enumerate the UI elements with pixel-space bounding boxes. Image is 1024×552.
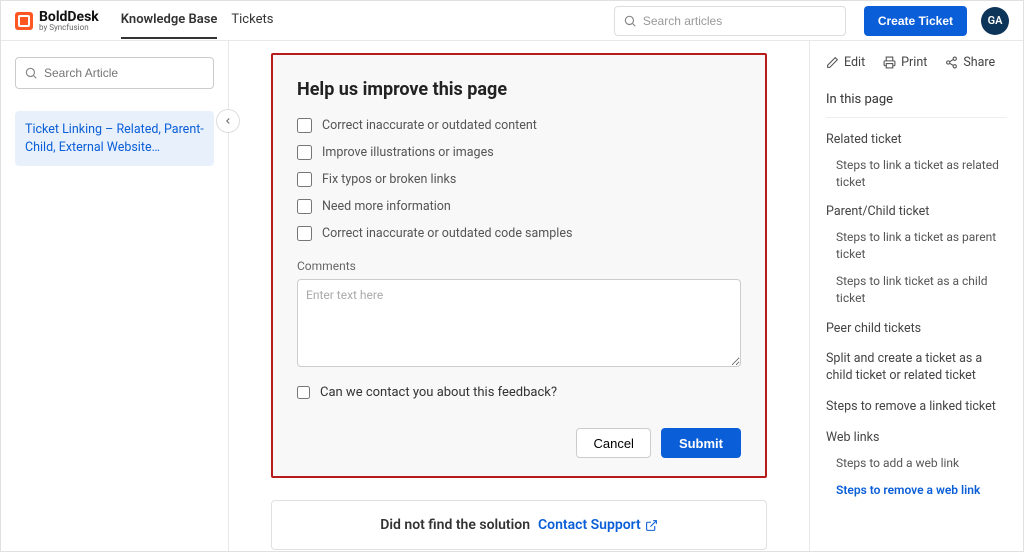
contact-label[interactable]: Can we contact you about this feedback? [320,385,557,400]
search-icon [24,66,38,80]
header: BoldDesk by Syncfusion Knowledge Base Ti… [1,1,1023,41]
article-list-item[interactable]: Ticket Linking – Related, Parent-Child, … [15,111,214,166]
tab-tickets[interactable]: Tickets [231,2,273,39]
feedback-option-label[interactable]: Fix typos or broken links [322,172,456,187]
edit-label: Edit [844,55,865,70]
cancel-button[interactable]: Cancel [576,428,650,458]
feedback-option-row: Improve illustrations or images [297,145,741,160]
toc-item-remove-linked[interactable]: Steps to remove a linked ticket [826,399,1007,416]
feedback-option-label[interactable]: Need more information [322,199,451,214]
feedback-option-row: Fix typos or broken links [297,172,741,187]
logo[interactable]: BoldDesk by Syncfusion [15,10,99,32]
toc-title: In this page [826,92,1007,118]
brand-subtitle: by Syncfusion [39,24,99,32]
print-icon [883,56,896,69]
feedback-option-row: Correct inaccurate or outdated content [297,118,741,133]
share-action[interactable]: Share [945,55,995,70]
toc-item-parentchild[interactable]: Parent/Child ticket [826,204,1007,221]
tab-knowledge-base[interactable]: Knowledge Base [121,2,218,39]
search-icon [623,14,637,28]
external-link-icon [645,519,658,532]
contact-option-row: Can we contact you about this feedback? [297,385,741,400]
feedback-option-label[interactable]: Correct inaccurate or outdated code samp… [322,226,572,241]
collapse-sidebar-button[interactable] [216,109,240,133]
toc-subitem-link-child[interactable]: Steps to link ticket as a child ticket [836,273,1007,307]
feedback-checkbox-codesamples[interactable] [297,226,312,241]
edit-action[interactable]: Edit [826,55,865,70]
avatar[interactable]: GA [981,7,1009,35]
comments-textarea[interactable] [297,279,741,367]
global-search[interactable] [614,6,846,36]
left-sidebar: Ticket Linking – Related, Parent-Child, … [1,41,229,551]
feedback-checkbox-moreinfo[interactable] [297,199,312,214]
brand-name: BoldDesk [39,10,99,24]
print-action[interactable]: Print [883,55,927,70]
main-content: Help us improve this page Correct inaccu… [229,41,809,551]
toc-subitem-link-related[interactable]: Steps to link a ticket as related ticket [836,157,1007,191]
chevron-left-icon [223,116,233,126]
toc-subitem-remove-weblink[interactable]: Steps to remove a web link [836,482,1007,499]
feedback-option-row: Need more information [297,199,741,214]
page-actions: Edit Print Share [826,55,1007,70]
feedback-option-label[interactable]: Improve illustrations or images [322,145,494,160]
share-label: Share [963,55,995,70]
nav-tabs: Knowledge Base Tickets [121,2,274,39]
feedback-title: Help us improve this page [297,79,741,100]
toc-item-related[interactable]: Related ticket [826,132,1007,149]
feedback-option-label[interactable]: Correct inaccurate or outdated content [322,118,537,133]
submit-button[interactable]: Submit [661,428,741,458]
toc-item-weblinks[interactable]: Web links [826,430,1007,447]
feedback-actions: Cancel Submit [297,428,741,458]
feedback-option-row: Correct inaccurate or outdated code samp… [297,226,741,241]
feedback-checkbox-typos[interactable] [297,172,312,187]
toc-subitem-add-weblink[interactable]: Steps to add a web link [836,455,1007,472]
toc-item-split[interactable]: Split and create a ticket as a child tic… [826,351,1007,385]
article-search-input[interactable] [44,66,205,80]
right-sidebar: Edit Print Share In this page Related ti… [809,41,1023,551]
contact-support-link[interactable]: Contact Support [538,517,658,533]
feedback-checkbox-illustrations[interactable] [297,145,312,160]
toc-subitem-link-parent[interactable]: Steps to link a ticket as parent ticket [836,229,1007,263]
toc-item-peerchild[interactable]: Peer child tickets [826,321,1007,338]
support-lead-text: Did not find the solution [380,517,530,533]
contact-checkbox[interactable] [297,386,310,399]
global-search-input[interactable] [643,14,837,28]
print-label: Print [901,55,927,70]
feedback-checkbox-inaccurate[interactable] [297,118,312,133]
logo-icon [15,12,33,30]
share-icon [945,56,958,69]
contact-support-label: Contact Support [538,517,641,533]
create-ticket-button[interactable]: Create Ticket [864,6,967,36]
comments-label: Comments [297,259,741,273]
article-search[interactable] [15,57,214,89]
feedback-panel: Help us improve this page Correct inaccu… [271,53,767,478]
edit-icon [826,56,839,69]
contact-support-panel: Did not find the solution Contact Suppor… [271,500,767,550]
